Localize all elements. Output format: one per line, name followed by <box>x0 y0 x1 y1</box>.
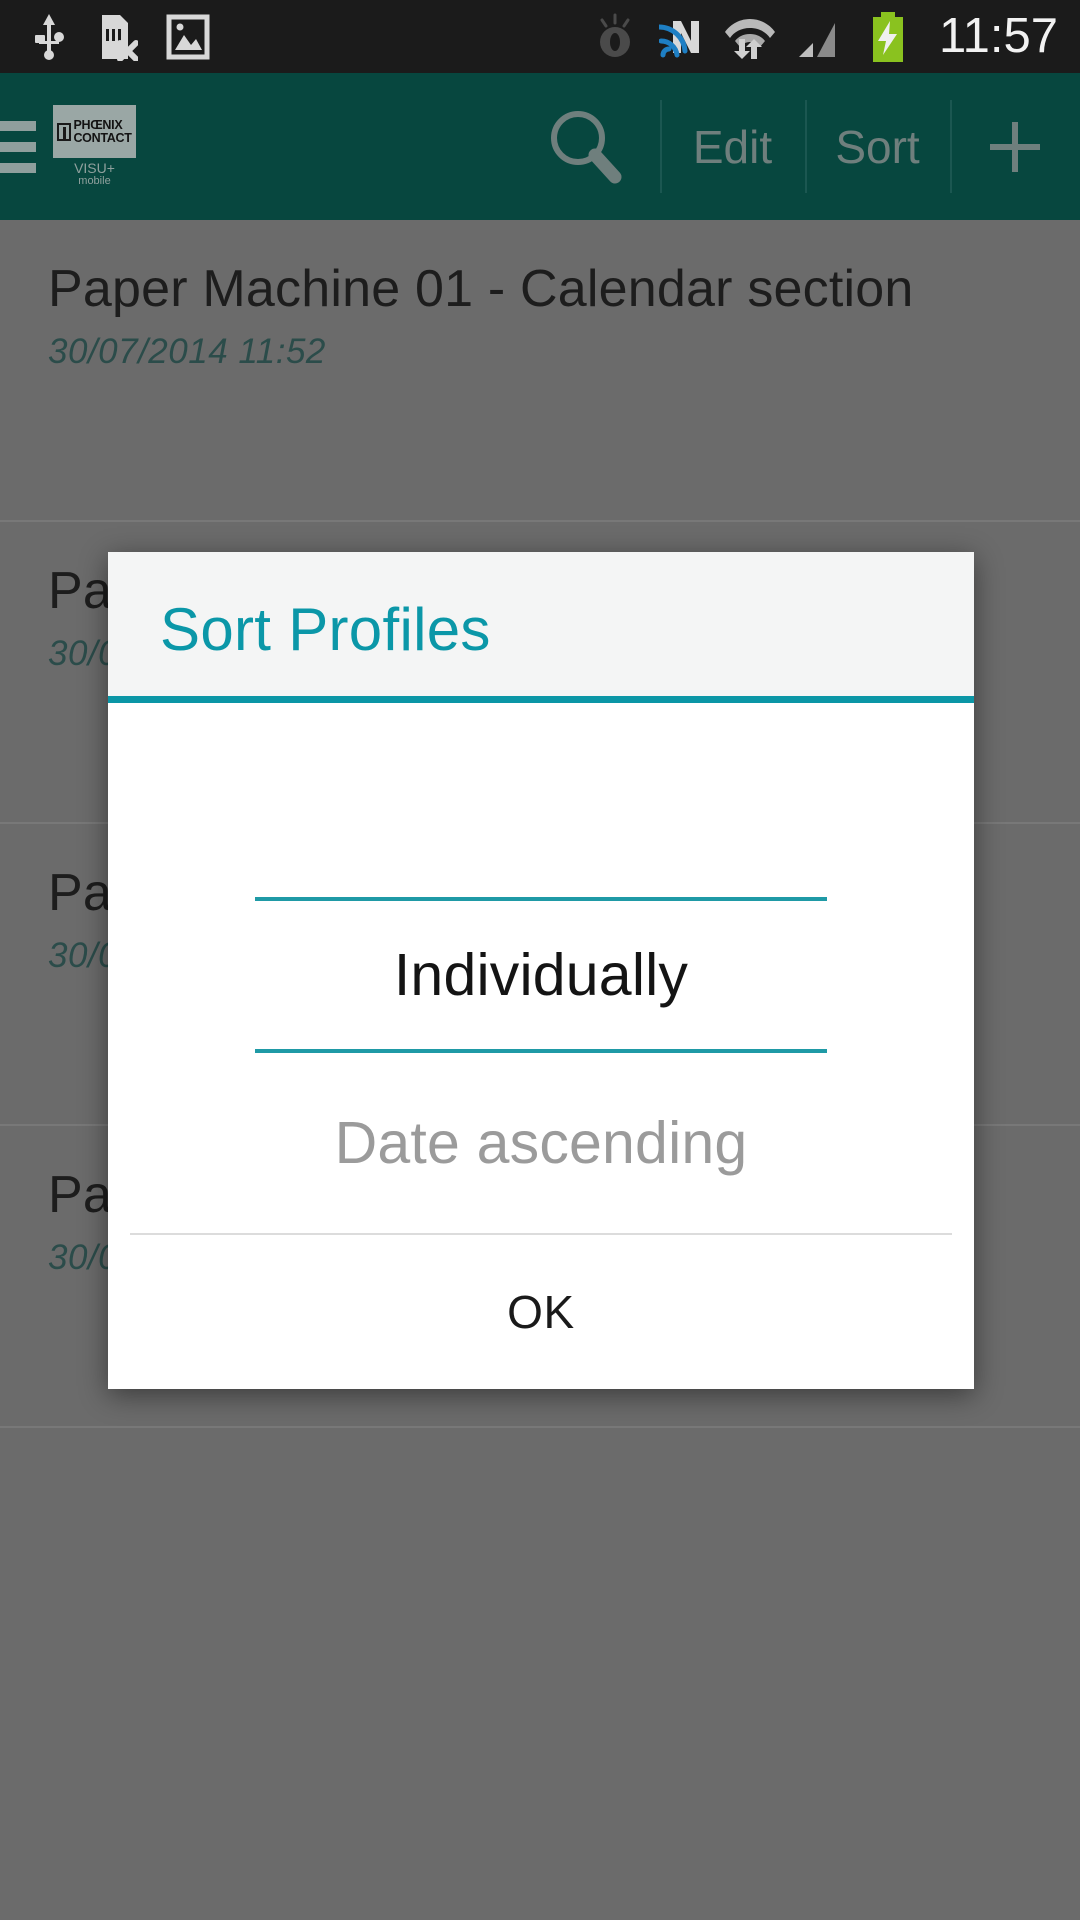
dialog-body: Individually Date ascending OK <box>108 703 974 1389</box>
dialog-footer: OK <box>108 1235 974 1389</box>
picker-next-option[interactable]: Date ascending <box>108 1053 974 1233</box>
picker-selected-option[interactable]: Individually <box>108 901 974 1049</box>
phone-screen: 11:57 PHŒNIX CONTACT VISU+ mobile Edit S… <box>0 0 1080 1920</box>
dialog-title: Sort Profiles <box>160 596 491 663</box>
picker-selected-label: Individually <box>393 942 689 1008</box>
dialog-title-divider <box>108 696 974 703</box>
ok-button[interactable]: OK <box>507 1285 575 1339</box>
dialog-header: Sort Profiles <box>108 552 974 696</box>
picker-next-label: Date ascending <box>334 1110 748 1176</box>
sort-profiles-dialog: Sort Profiles Individually Date ascendin… <box>108 552 974 1389</box>
sort-order-picker[interactable]: Individually Date ascending <box>108 711 974 1233</box>
